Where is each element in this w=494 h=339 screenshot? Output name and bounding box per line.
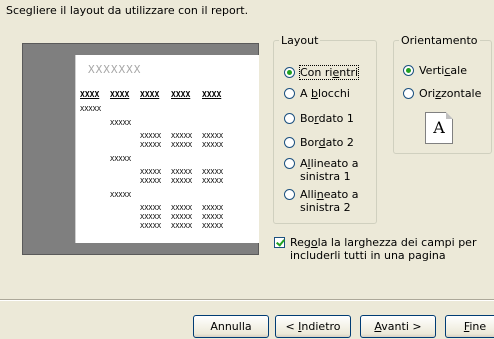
option-label: A blocchi xyxy=(300,87,350,100)
orientation-legend: Orientamento xyxy=(401,34,478,47)
option-label: Orizzontale xyxy=(419,87,482,100)
preview-group-cell: XXXXX xyxy=(80,105,102,113)
page-letter: A xyxy=(433,118,445,137)
option-label: Allineato a sinistra 1 xyxy=(300,157,359,183)
preview-detail-cell: XXXXX xyxy=(140,141,162,149)
preview-header-cell: XXXX xyxy=(80,90,100,99)
instruction-text: Scegliere il layout da utilizzare con il… xyxy=(6,4,249,17)
preview-detail-cell: XXXXX xyxy=(202,204,224,212)
option-label: Verticale xyxy=(419,64,467,77)
preview-detail-cell: XXXXX xyxy=(202,222,224,230)
preview-header-cell: XXXX xyxy=(202,90,222,99)
radio-selected[interactable] xyxy=(403,65,414,76)
page-orientation-icon: A xyxy=(425,112,453,144)
preview-detail-cell: XXXXX xyxy=(140,204,162,212)
preview-detail-cell: XXXXX xyxy=(140,222,162,230)
finish-button[interactable]: Fine xyxy=(445,315,494,338)
preview-detail-cell: XXXXX xyxy=(202,168,224,176)
preview-detail-cell: XXXXX xyxy=(171,141,193,149)
radio[interactable] xyxy=(403,88,414,99)
preview-detail-cell: XXXXX xyxy=(202,132,224,140)
preview-detail-cell: XXXXX xyxy=(202,141,224,149)
preview-detail-cell: XXXXX xyxy=(171,132,193,140)
adjust-width-label[interactable]: Regola la larghezza dei campi per includ… xyxy=(290,236,490,262)
radio[interactable] xyxy=(284,88,295,99)
layout-legend: Layout xyxy=(281,34,319,47)
radio[interactable] xyxy=(284,137,295,148)
preview-detail-cell: XXXXX xyxy=(171,222,193,230)
preview-header-cell: XXXX xyxy=(110,90,130,99)
preview-subgroup-cell: XXXXX xyxy=(110,191,132,199)
preview-detail-cell: XXXXX xyxy=(171,177,193,185)
cancel-button[interactable]: Annulla xyxy=(193,315,269,338)
preview-detail-cell: XXXXX xyxy=(140,132,162,140)
preview-title: XXXXXXX xyxy=(88,63,142,76)
preview-detail-cell: XXXXX xyxy=(202,177,224,185)
option-label: Bordato 2 xyxy=(300,136,354,149)
layout-preview: XXXXXXX XXXX XXXX XXXX XXXX XXXX XXXXX X… xyxy=(22,43,259,255)
preview-subgroup-cell: XXXXX xyxy=(110,155,132,163)
preview-detail-cell: XXXXX xyxy=(171,204,193,212)
radio[interactable] xyxy=(284,113,295,124)
adjust-width-checkbox[interactable] xyxy=(274,237,285,248)
preview-header-cell: XXXX xyxy=(140,90,160,99)
preview-detail-cell: XXXXX xyxy=(140,177,162,185)
preview-header-cell: XXXX xyxy=(171,90,191,99)
option-label: Allineato a sinistra 2 xyxy=(300,188,359,214)
preview-detail-cell: XXXXX xyxy=(171,168,193,176)
preview-page: XXXXXXX XXXX XXXX XXXX XXXX XXXX XXXXX X… xyxy=(75,55,259,243)
back-button[interactable]: < Indietro xyxy=(275,315,351,338)
option-label: Bordato 1 xyxy=(300,112,354,125)
preview-subgroup-cell: XXXXX xyxy=(110,119,132,127)
preview-detail-cell: XXXXX xyxy=(140,168,162,176)
option-label: Con rientri xyxy=(298,65,360,80)
preview-detail-cell: XXXXX xyxy=(171,213,193,221)
radio-selected[interactable] xyxy=(284,67,295,78)
separator xyxy=(0,299,494,301)
radio[interactable] xyxy=(284,189,295,200)
preview-detail-cell: XXXXX xyxy=(140,213,162,221)
preview-detail-cell: XXXXX xyxy=(202,213,224,221)
next-button[interactable]: Avanti > xyxy=(360,315,436,338)
radio[interactable] xyxy=(284,158,295,169)
